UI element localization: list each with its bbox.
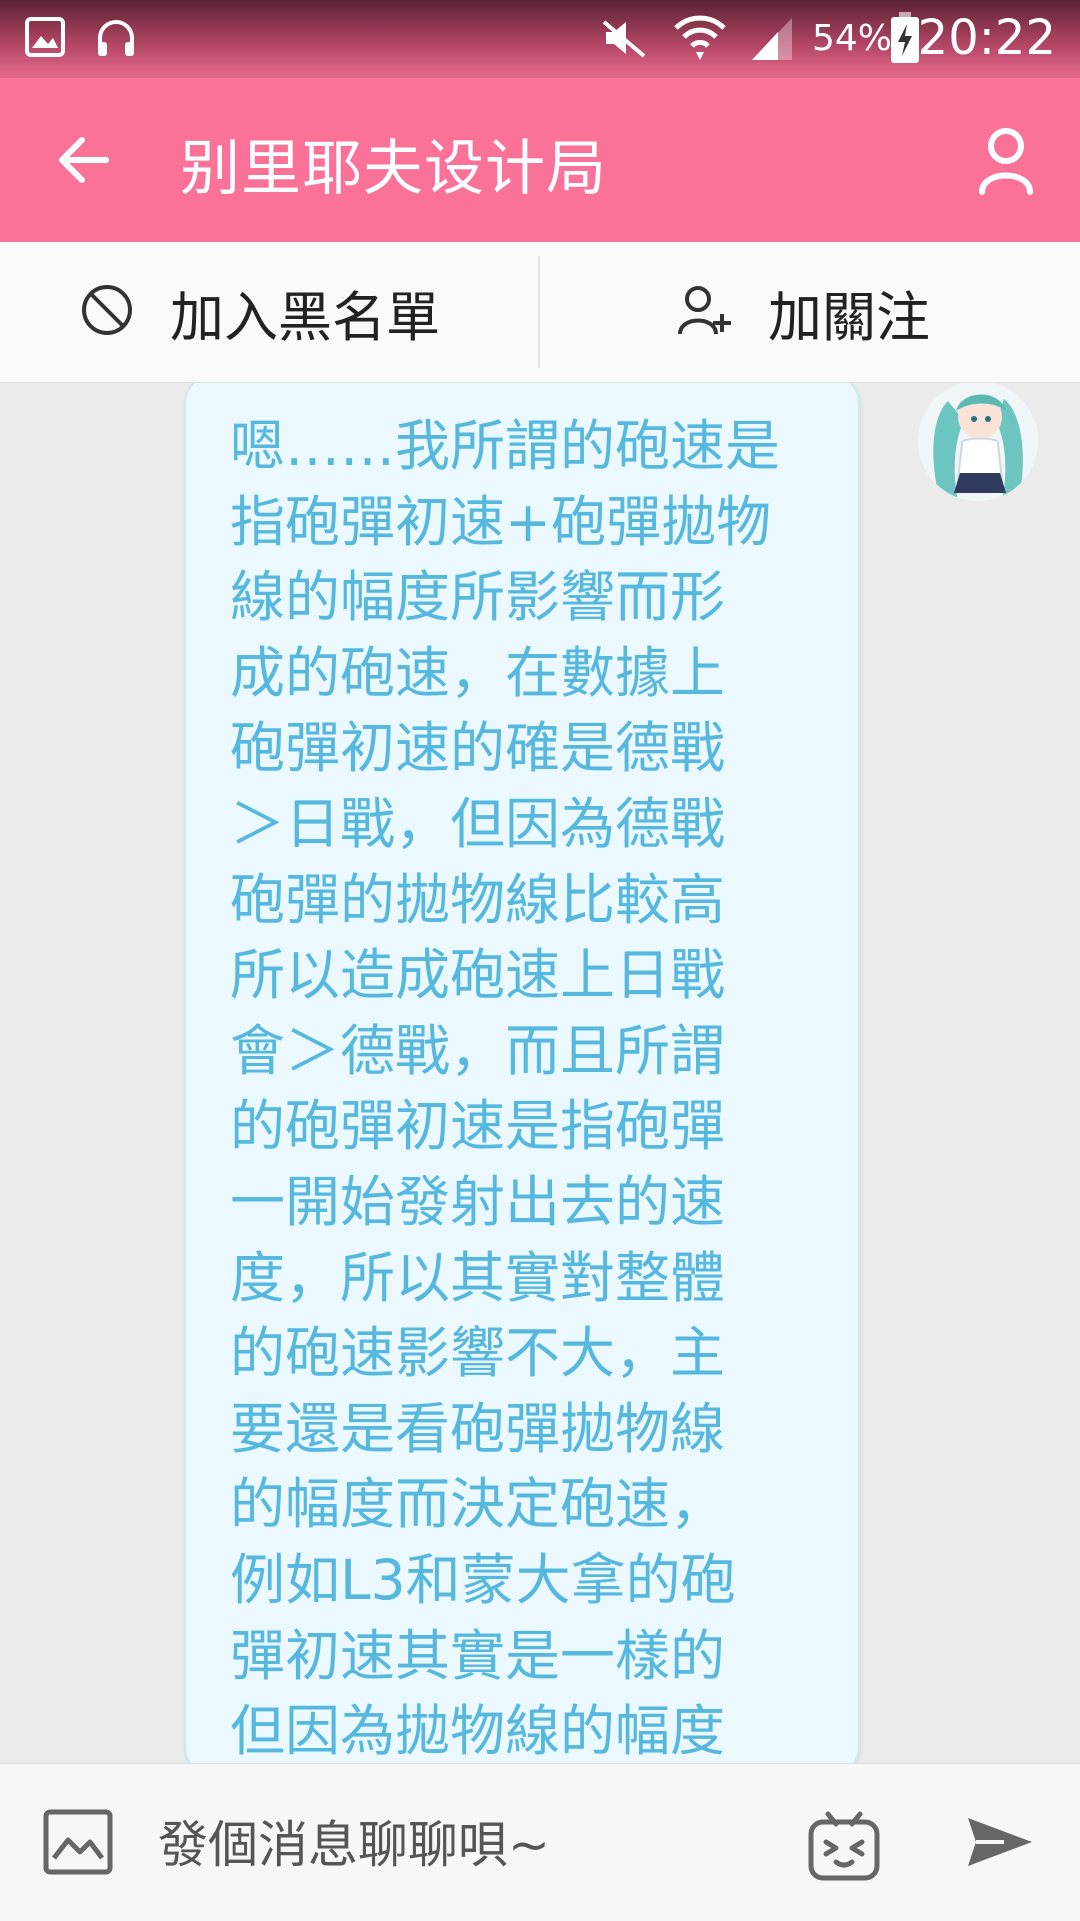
follow-button[interactable]: 加關注 — [676, 242, 930, 382]
back-arrow-icon[interactable] — [52, 128, 116, 192]
divider — [538, 256, 540, 368]
image-icon[interactable] — [42, 1808, 114, 1880]
headphones-icon — [94, 16, 138, 64]
message-text: 嗯……我所謂的砲速是 指砲彈初速+砲彈拋物 線的幅度所影響而形 成的砲速，在數據… — [230, 414, 781, 1763]
gallery-icon — [24, 16, 66, 62]
message-bubble[interactable]: 嗯……我所謂的砲速是 指砲彈初速+砲彈拋物 線的幅度所影響而形 成的砲速，在數據… — [184, 383, 860, 1763]
title-bar: 别里耶夫设计局 — [0, 78, 1080, 242]
block-icon — [80, 283, 134, 341]
chat-area[interactable]: 嗯……我所謂的砲速是 指砲彈初速+砲彈拋物 線的幅度所影響而形 成的砲速，在數據… — [0, 383, 1080, 1763]
mute-icon — [600, 16, 648, 64]
avatar[interactable] — [918, 383, 1038, 501]
person-icon[interactable] — [968, 122, 1044, 198]
message-input[interactable] — [156, 1804, 780, 1886]
add-person-icon — [676, 282, 732, 342]
battery-percent: 54% — [812, 18, 893, 59]
block-button[interactable]: 加入黑名單 — [80, 242, 440, 382]
action-bar: 加入黑名單 加關注 — [0, 242, 1080, 383]
wifi-icon — [672, 10, 728, 66]
signal-icon — [748, 14, 796, 66]
send-icon[interactable] — [966, 1816, 1034, 1872]
emoji-icon[interactable] — [806, 1804, 882, 1888]
composer-bar — [0, 1763, 1080, 1921]
follow-label: 加關注 — [768, 285, 930, 349]
page-title: 别里耶夫设计局 — [180, 134, 607, 204]
status-bar: 54% 20:22 — [0, 0, 1080, 78]
block-label: 加入黑名單 — [170, 285, 440, 349]
battery-charging-icon — [890, 12, 920, 68]
clock: 20:22 — [917, 10, 1056, 66]
